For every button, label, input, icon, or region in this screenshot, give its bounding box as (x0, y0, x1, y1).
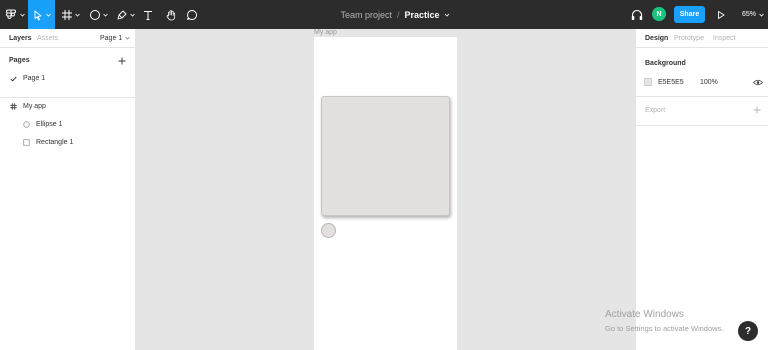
chevron-down-icon (19, 13, 25, 17)
headphones-icon[interactable] (630, 8, 644, 22)
page-item-label: Page 1 (23, 75, 46, 82)
add-page-plus-icon[interactable] (118, 57, 126, 65)
activate-windows-title: Activate Windows (605, 309, 684, 320)
frame-label[interactable]: My app (314, 29, 337, 36)
frame-hash-icon (62, 9, 72, 20)
chevron-down-icon (759, 13, 764, 17)
pages-heading: Pages (9, 57, 30, 64)
activate-windows-subtitle: Go to Settings to activate Windows. (605, 324, 724, 333)
ellipse-shape[interactable] (321, 223, 336, 238)
tab-assets[interactable]: Assets (37, 35, 58, 42)
comment-icon (187, 9, 197, 20)
frame-tool-button[interactable] (58, 0, 83, 29)
zoom-control[interactable]: 65% (742, 0, 764, 29)
layers-panel: Layers Assets Page 1 Pages Page 1 My app… (0, 29, 136, 350)
tab-design[interactable]: Design (645, 35, 668, 42)
project-name[interactable]: Team project (340, 10, 392, 20)
tab-inspect[interactable]: Inspect (713, 35, 736, 42)
toolbar: Team project / Practice N Share 65% (0, 0, 768, 29)
divider (636, 96, 768, 97)
export-heading: Export (645, 107, 666, 114)
page-list-item[interactable]: Page 1 (0, 72, 135, 86)
page-selector[interactable]: Page 1 (100, 35, 130, 42)
tab-prototype[interactable]: Prototype (674, 35, 704, 42)
hand-tool-button[interactable] (161, 0, 181, 29)
divider (0, 97, 135, 98)
cursor-arrow-icon (34, 10, 42, 20)
layer-row-my-app[interactable]: My app (0, 100, 135, 114)
chevron-down-icon (130, 13, 135, 17)
add-export-plus-icon[interactable] (753, 106, 761, 114)
frame-hash-icon (10, 103, 17, 110)
chevron-down-icon[interactable] (444, 13, 450, 17)
design-panel: Design Prototype Inspect Background E5E5… (635, 29, 768, 350)
main-menu-button[interactable] (3, 0, 25, 29)
chevron-down-icon (125, 36, 130, 40)
divider (0, 47, 135, 48)
file-name[interactable]: Practice (405, 10, 440, 20)
move-tool-button[interactable] (28, 0, 55, 29)
layer-label: My app (23, 103, 46, 110)
eye-visibility-icon[interactable] (753, 79, 763, 86)
share-button[interactable]: Share (674, 6, 705, 23)
ellipse-icon (23, 121, 30, 128)
avatar[interactable]: N (652, 7, 666, 21)
chevron-down-icon (75, 13, 80, 17)
rectangle-icon (23, 139, 30, 146)
file-title[interactable]: Team project / Practice (300, 0, 490, 29)
hand-icon (166, 9, 176, 20)
background-hex-input[interactable]: E5E5E5 (658, 79, 684, 86)
shape-tool-button[interactable] (86, 0, 111, 29)
pen-icon (117, 10, 127, 19)
ellipse-icon (90, 9, 100, 20)
checkmark-icon (10, 76, 17, 82)
breadcrumb-separator: / (396, 9, 400, 20)
zoom-level: 65% (742, 11, 757, 18)
figma-logo-icon (5, 9, 16, 19)
layer-row-ellipse[interactable]: Ellipse 1 (0, 118, 135, 132)
divider (636, 125, 768, 126)
text-tool-button[interactable] (139, 0, 157, 29)
divider (636, 47, 768, 48)
text-icon (144, 10, 152, 20)
background-color-swatch[interactable] (644, 78, 652, 86)
tab-layers[interactable]: Layers (9, 35, 32, 42)
page-selector-label: Page 1 (100, 35, 123, 42)
chevron-down-icon (103, 13, 108, 17)
present-play-icon[interactable] (715, 9, 727, 21)
chevron-down-icon (46, 13, 51, 17)
layer-row-rectangle[interactable]: Rectangle 1 (0, 136, 135, 150)
background-heading: Background (645, 60, 686, 67)
layer-label: Ellipse 1 (36, 121, 63, 128)
rectangle-shape[interactable] (321, 96, 450, 216)
layer-label: Rectangle 1 (36, 139, 74, 146)
pen-tool-button[interactable] (113, 0, 138, 29)
background-opacity-input[interactable]: 100% (700, 79, 718, 86)
help-button[interactable]: ? (738, 321, 758, 341)
comment-tool-button[interactable] (183, 0, 201, 29)
